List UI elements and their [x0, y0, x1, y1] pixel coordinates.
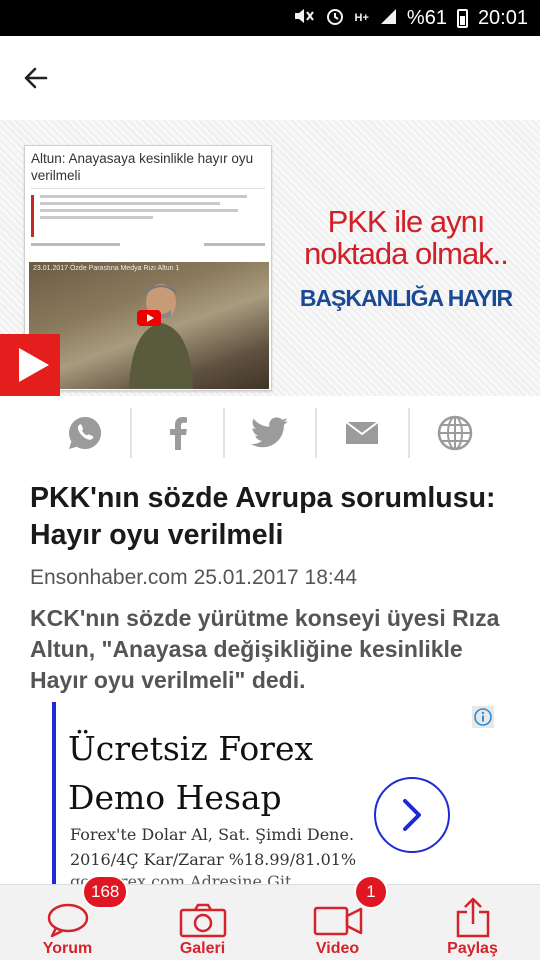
battery-icon — [456, 8, 468, 28]
mute-icon — [293, 7, 315, 30]
play-icon — [19, 348, 49, 382]
tab-video[interactable]: Video 1 — [270, 875, 405, 960]
comments-count-badge: 168 — [82, 875, 129, 909]
tab-gallery-label: Galeri — [179, 940, 226, 957]
article-summary: KCK'nın sözde yürütme konseyi üyesi Rıza… — [30, 605, 500, 693]
share-row — [40, 408, 500, 458]
mail-icon — [345, 421, 380, 444]
battery-percent: %61 — [406, 6, 447, 29]
person-photo — [129, 284, 193, 389]
hero-video-still: 23.01.2017 Özde Parastına Medya Rızı Alt… — [29, 262, 269, 389]
share-whatsapp-button[interactable] — [40, 408, 133, 458]
hero-card-meta — [31, 243, 265, 251]
video-count-badge: 1 — [354, 875, 388, 909]
share-facebook-button[interactable] — [132, 408, 225, 458]
twitter-icon — [251, 417, 289, 448]
whatsapp-icon — [69, 416, 102, 449]
info-icon — [474, 708, 492, 726]
app-bar — [0, 36, 540, 120]
ad-title[interactable]: Ücretsiz Forex Demo Hesap — [68, 724, 368, 822]
ad-accent-bar — [52, 702, 56, 892]
share-mail-button[interactable] — [317, 408, 410, 458]
ad-open-button[interactable] — [374, 777, 450, 853]
clock: 20:01 — [477, 6, 528, 29]
status-bar: H+ %61 20:01 — [0, 0, 540, 36]
hero-image[interactable]: Altun: Anayasaya kesinlikle hayır oyu ve… — [0, 120, 540, 396]
ad-info-button[interactable] — [472, 706, 494, 728]
back-button[interactable] — [14, 56, 58, 100]
play-video-button[interactable] — [0, 334, 60, 396]
tab-gallery[interactable]: Galeri — [135, 885, 270, 960]
tab-comments[interactable]: Yorum 168 — [0, 875, 135, 960]
signal-icon — [379, 7, 397, 30]
bottom-toolbar: Yorum 168 Galeri Video 1 Paylaş — [0, 875, 540, 960]
facebook-icon — [169, 417, 187, 450]
video-icon — [313, 906, 362, 936]
comment-icon — [47, 903, 88, 938]
hero-line-1: PKK ile aynı — [327, 204, 486, 239]
hero-video-caption: 23.01.2017 Özde Parastına Medya Rızı Alt… — [33, 265, 180, 272]
camera-icon — [179, 903, 226, 938]
hero-card-title: Altun: Anayasaya kesinlikle hayır oyu ve… — [31, 150, 265, 189]
youtube-play-icon — [137, 310, 161, 326]
article-source: Ensonhaber.com — [30, 566, 188, 589]
tab-share[interactable]: Paylaş — [405, 885, 540, 960]
alarm-icon — [325, 6, 345, 31]
advertisement[interactable]: Ücretsiz Forex Demo Hesap Forex'te Dolar… — [52, 702, 512, 892]
tab-share-label: Paylaş — [447, 940, 498, 957]
ad-description: Forex'te Dolar Al, Sat. Şimdi Dene. 2016… — [70, 825, 357, 869]
share-web-button[interactable] — [410, 408, 500, 458]
tab-comments-label: Yorum — [42, 940, 93, 957]
share-twitter-button[interactable] — [225, 408, 318, 458]
hero-headline: PKK ile aynı noktada olmak.. BAŞKANLIĞA … — [272, 166, 540, 366]
chevron-right-icon — [403, 799, 421, 831]
arrow-left-icon — [24, 67, 48, 89]
globe-icon — [437, 415, 473, 451]
hero-card-lead — [31, 195, 265, 237]
share-icon — [456, 897, 489, 938]
article-title: PKK'nın sözde Avrupa sorumlusu: Hayır oy… — [30, 482, 496, 551]
data-icon: H+ — [354, 12, 369, 24]
tab-video-label: Video — [315, 940, 360, 957]
hero-screenshot-card: Altun: Anayasaya kesinlikle hayır oyu ve… — [24, 145, 272, 391]
hero-line-3: BAŞKANLIĞA HAYIR — [299, 285, 513, 311]
article-date: 25.01.2017 18:44 — [193, 566, 358, 589]
article-meta: Ensonhaber.com 25.01.2017 18:44 — [30, 566, 357, 590]
hero-line-2: noktada olmak.. — [304, 236, 509, 271]
